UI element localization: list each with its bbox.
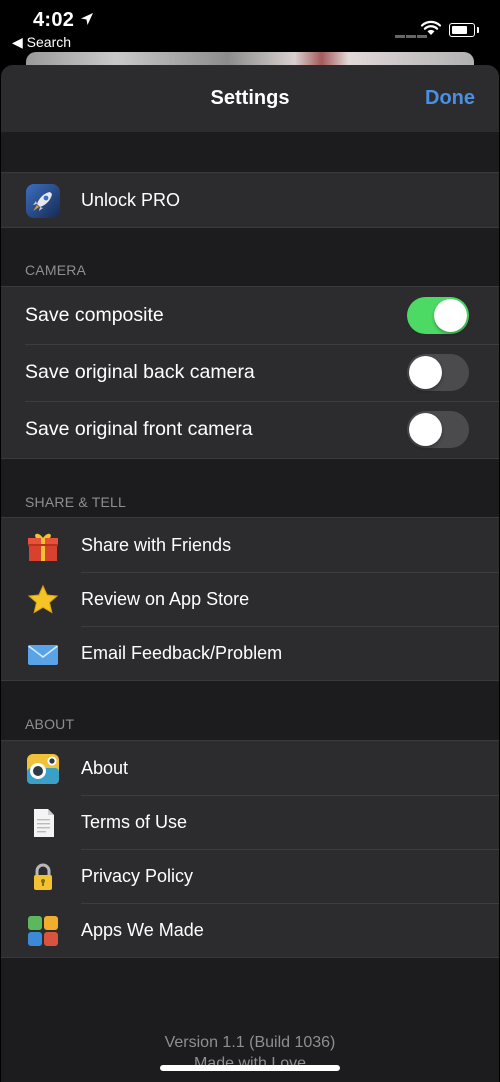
share-section-header: SHARE & TELL <box>25 494 126 510</box>
back-triangle-icon: ◀ <box>12 34 23 50</box>
version-text: Version 1.1 (Build 1036) <box>164 1034 336 1051</box>
about-section-header: ABOUT <box>25 716 75 732</box>
unlock-pro-label: Unlock PRO <box>81 190 181 210</box>
toggle-knob <box>409 413 442 446</box>
toggle-knob <box>409 356 442 389</box>
terms-of-use-row[interactable]: Terms of Use <box>1 795 499 849</box>
review-app-store-row[interactable]: Review on App Store <box>1 572 499 626</box>
camera-group: Save composite Save original back camera… <box>1 286 499 459</box>
wifi-icon <box>420 20 442 35</box>
lock-icon <box>34 863 52 890</box>
star-icon <box>27 584 59 614</box>
rocket-icon <box>26 184 60 218</box>
save-composite-label: Save composite <box>25 304 164 326</box>
about-row[interactable]: About <box>1 741 499 795</box>
battery-icon <box>449 23 479 37</box>
save-back-camera-label: Save original back camera <box>25 361 255 383</box>
save-composite-row: Save composite <box>1 287 499 344</box>
envelope-icon <box>28 645 58 665</box>
save-back-camera-row: Save original back camera <box>1 344 499 401</box>
review-app-store-label: Review on App Store <box>81 589 250 609</box>
toggle-knob <box>434 299 467 332</box>
pro-group: Unlock PRO <box>1 172 499 228</box>
save-back-camera-toggle[interactable] <box>407 354 469 391</box>
camera-app-icon <box>27 754 59 784</box>
back-search-label: Search <box>26 34 72 50</box>
email-feedback-row[interactable]: Email Feedback/Problem <box>1 626 499 680</box>
terms-of-use-label: Terms of Use <box>81 812 188 832</box>
share-group: Share with Friends Review on App Store E… <box>1 517 499 681</box>
save-front-camera-toggle[interactable] <box>407 411 469 448</box>
about-group: About Terms of Use Privacy Policy Apps W… <box>1 740 499 958</box>
unlock-pro-row[interactable]: Unlock PRO <box>1 173 499 227</box>
share-friends-label: Share with Friends <box>81 535 232 555</box>
save-composite-toggle[interactable] <box>407 297 469 334</box>
apps-we-made-label: Apps We Made <box>81 920 204 940</box>
tagline-text: Made with Love <box>193 1055 307 1072</box>
settings-sheet: Settings Done Unlock PRO CAMERA Save com… <box>1 65 499 1082</box>
apps-we-made-row[interactable]: Apps We Made <box>1 903 499 957</box>
home-indicator <box>160 1065 340 1071</box>
save-front-camera-label: Save original front camera <box>25 418 253 440</box>
navigation-bar: Settings Done <box>1 65 499 132</box>
share-friends-row[interactable]: Share with Friends <box>1 518 499 572</box>
document-icon <box>34 809 54 837</box>
done-button[interactable]: Done <box>425 87 475 110</box>
about-label: About <box>81 758 129 778</box>
apps-grid-icon <box>28 916 58 946</box>
gift-icon <box>28 533 58 561</box>
camera-section-header: CAMERA <box>25 262 87 278</box>
back-to-search[interactable]: ◀ Search <box>12 34 71 51</box>
location-arrow-icon <box>81 13 93 25</box>
privacy-policy-label: Privacy Policy <box>81 866 194 886</box>
save-front-camera-row: Save original front camera <box>1 401 499 458</box>
status-time: 4:02 <box>33 9 75 31</box>
privacy-policy-row[interactable]: Privacy Policy <box>1 849 499 903</box>
email-feedback-label: Email Feedback/Problem <box>81 643 283 663</box>
